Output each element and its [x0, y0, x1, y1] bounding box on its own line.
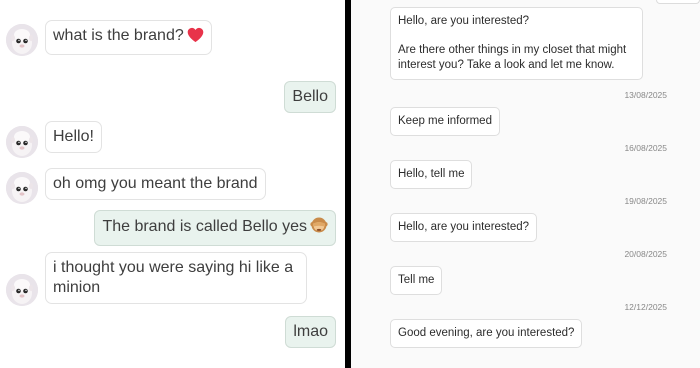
- cat-avatar-icon: [6, 274, 38, 306]
- top-edge-button: [656, 0, 700, 4]
- message-text: Are there other things in my closet that…: [398, 44, 627, 71]
- message-text: oh omg you meant the brand: [53, 175, 258, 192]
- message-date: 16/08/2025: [624, 143, 667, 153]
- incoming-message-bubble: Tell me: [390, 266, 443, 295]
- left-chat-panel: what is the brand? Bello Hello! oh omg y…: [0, 0, 345, 368]
- avatar[interactable]: [6, 274, 38, 306]
- avatar[interactable]: [6, 126, 38, 158]
- incoming-message-bubble: Keep me informed: [390, 107, 500, 136]
- incoming-message-bubble: what is the brand?: [45, 20, 212, 55]
- message-text: Hello, tell me: [398, 168, 465, 180]
- message-text: Hello, are you interested?: [398, 15, 530, 27]
- red-heart-emoji-icon: [187, 27, 204, 49]
- cat-avatar-icon: [6, 172, 38, 204]
- right-chat-panel: Hello, are you interested? Are there oth…: [351, 0, 700, 368]
- cat-avatar-icon: [6, 126, 38, 158]
- message-text: lmao: [293, 323, 328, 340]
- message-text: i thought you were saying hi like a mini…: [53, 259, 294, 296]
- incoming-message-bubble: Good evening, are you interested?: [390, 319, 583, 348]
- see-no-evil-monkey-emoji-icon: [310, 216, 328, 240]
- message-date: 20/08/2025: [624, 249, 667, 259]
- cat-avatar-icon: [6, 24, 38, 56]
- message-text: Bello: [292, 88, 328, 105]
- message-text: Tell me: [398, 274, 435, 286]
- message-date: 19/08/2025: [624, 196, 667, 206]
- outgoing-message-bubble: lmao: [285, 316, 336, 348]
- incoming-message-bubble: Hello, are you interested? Are there oth…: [390, 7, 643, 80]
- outgoing-message-bubble: Bello: [284, 81, 336, 113]
- message-text: The brand is called Bello yes: [102, 218, 307, 235]
- incoming-message-bubble: Hello, are you interested?: [390, 213, 538, 242]
- message-text: Good evening, are you interested?: [398, 327, 575, 339]
- message-text: what is the brand?: [53, 27, 184, 44]
- avatar[interactable]: [6, 24, 38, 56]
- outgoing-message-bubble: The brand is called Bello yes: [94, 210, 336, 246]
- message-date: 12/12/2025: [624, 302, 667, 312]
- incoming-message-bubble: i thought you were saying hi like a mini…: [45, 252, 307, 304]
- incoming-message-bubble: oh omg you meant the brand: [45, 168, 266, 200]
- message-text: Keep me informed: [398, 115, 492, 127]
- incoming-message-bubble: Hello!: [45, 121, 102, 153]
- incoming-message-bubble: Hello, tell me: [390, 160, 473, 189]
- message-text: Hello!: [53, 128, 94, 145]
- message-date: 13/08/2025: [624, 90, 667, 100]
- avatar[interactable]: [6, 172, 38, 204]
- message-text: Hello, are you interested?: [398, 221, 530, 233]
